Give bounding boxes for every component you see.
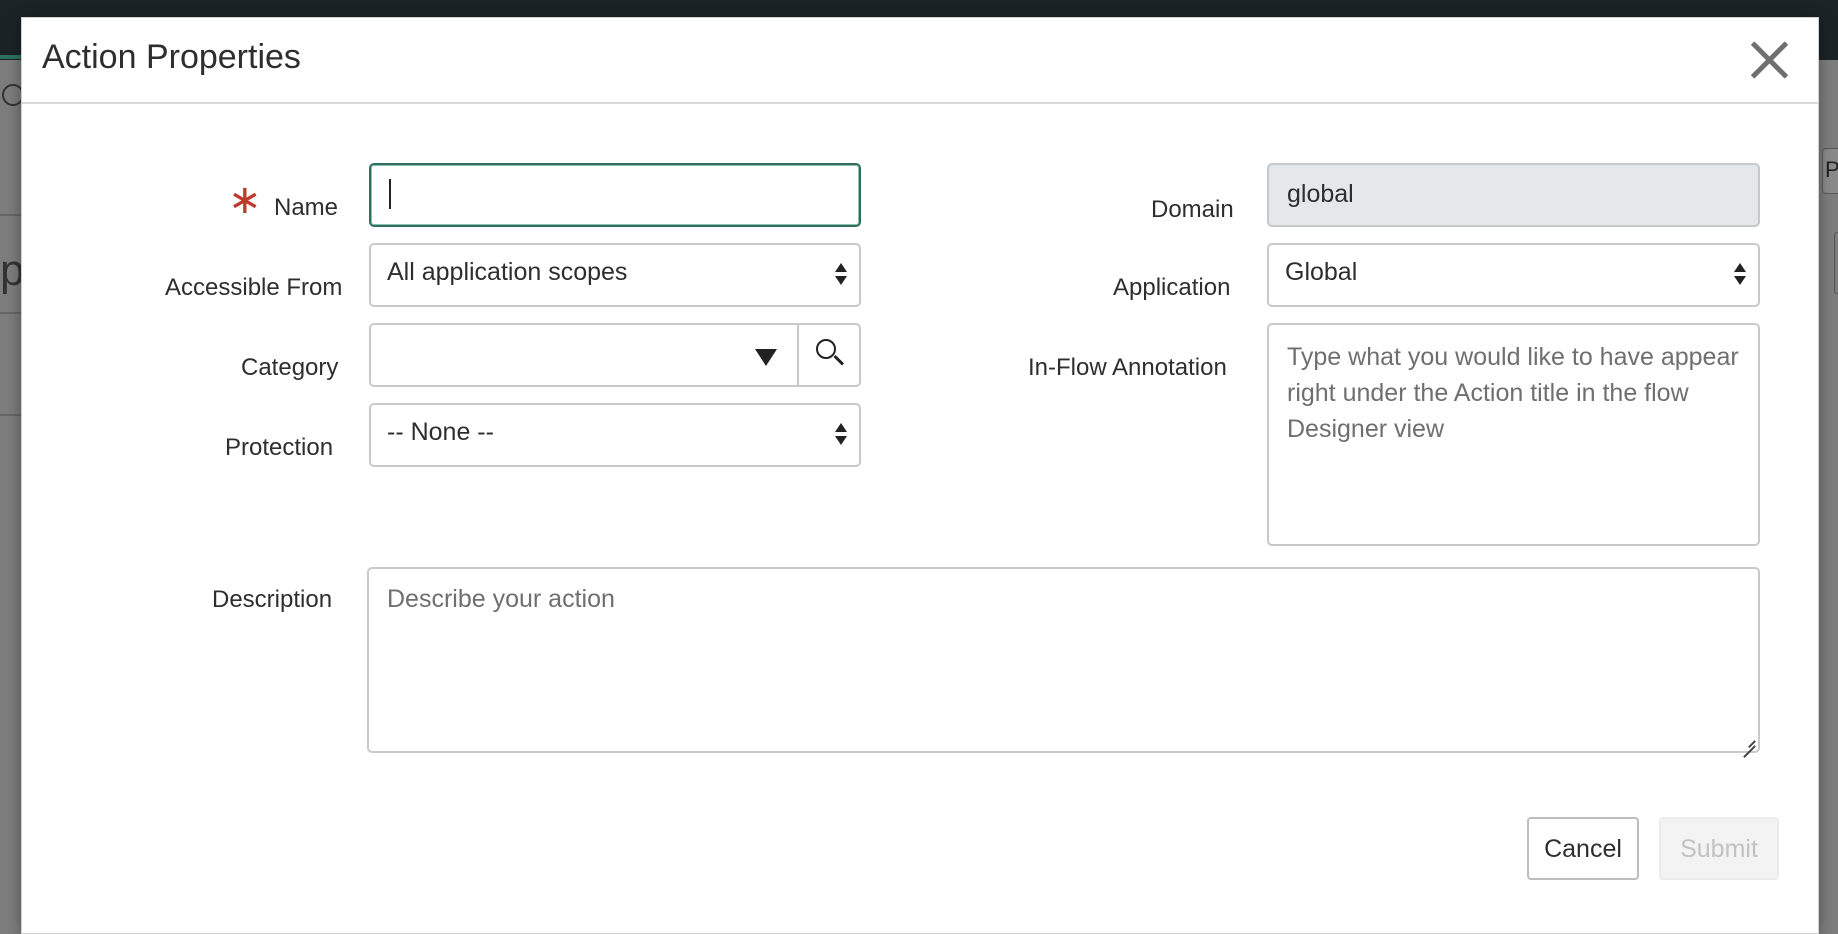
category-reference-field[interactable]	[369, 323, 799, 387]
in-flow-annotation-placeholder: Type what you would like to have appear …	[1287, 343, 1739, 443]
select-arrows-icon	[835, 263, 849, 287]
domain-label: Domain	[1151, 196, 1234, 223]
dialog-title: Action Properties	[42, 38, 301, 76]
description-placeholder: Describe your action	[387, 585, 615, 613]
category-label: Category	[241, 354, 339, 381]
protection-value: -- None --	[387, 418, 494, 446]
protection-label: Protection	[225, 434, 334, 461]
in-flow-annotation-label: In-Flow Annotation	[1028, 354, 1227, 381]
protection-select[interactable]: -- None --	[369, 403, 861, 467]
domain-field: global	[1267, 163, 1760, 227]
action-properties-dialog: Action Properties ∗ Name Accessible From…	[21, 17, 1819, 934]
application-value: Global	[1285, 258, 1358, 286]
select-arrows-icon	[1734, 263, 1748, 287]
dialog-header: Action Properties	[22, 18, 1818, 104]
accessible-from-select[interactable]: All application scopes	[369, 243, 861, 307]
search-icon	[816, 339, 845, 369]
text-caret	[389, 179, 391, 209]
background-partial-control	[1834, 232, 1838, 294]
cancel-button[interactable]: Cancel	[1527, 817, 1639, 880]
description-label: Description	[212, 586, 333, 613]
accessible-from-label: Accessible From	[165, 274, 343, 301]
name-input[interactable]	[369, 163, 861, 227]
background-partial-button: P	[1822, 148, 1838, 194]
dropdown-triangle-icon	[755, 349, 777, 366]
name-label: Name	[274, 194, 339, 221]
application-select[interactable]: Global	[1267, 243, 1760, 307]
in-flow-annotation-textarea[interactable]: Type what you would like to have appear …	[1267, 323, 1760, 546]
application-label: Application	[1113, 274, 1231, 301]
description-textarea[interactable]: Describe your action	[367, 567, 1760, 753]
accessible-from-value: All application scopes	[387, 258, 628, 286]
select-arrows-icon	[835, 423, 849, 447]
close-icon[interactable]	[1746, 36, 1792, 82]
domain-value: global	[1287, 180, 1354, 208]
required-asterisk-icon: ∗	[228, 178, 262, 222]
resize-handle-icon[interactable]	[1741, 734, 1755, 748]
submit-button[interactable]: Submit	[1659, 817, 1779, 880]
category-lookup-button[interactable]	[797, 323, 861, 387]
